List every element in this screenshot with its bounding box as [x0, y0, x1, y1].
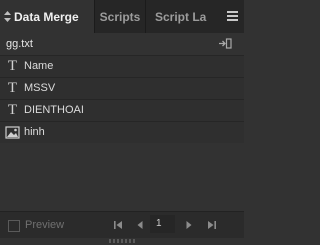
image-field-icon — [5, 126, 20, 139]
tab-script-label[interactable]: Script La — [145, 0, 219, 33]
field-label: Name — [24, 60, 54, 72]
preview-checkbox[interactable] — [8, 220, 20, 232]
panel-tab-bar: Data Merge Scripts Script La — [0, 0, 244, 33]
next-record-icon[interactable] — [183, 219, 195, 231]
field-label: DIENTHOAI — [24, 104, 84, 116]
collapse-arrows-icon[interactable] — [4, 11, 11, 22]
preview-navigation-bar: Preview 1 — [0, 211, 244, 238]
text-field-icon: T — [7, 102, 18, 118]
field-label: hinh — [24, 126, 45, 138]
field-row-dienthoai[interactable]: T DIENTHOAI — [0, 99, 244, 121]
tab-data-merge-label: Data Merge — [14, 9, 79, 24]
preview-label: Preview — [25, 219, 65, 231]
record-number-field[interactable]: 1 — [150, 215, 175, 233]
tab-scripts[interactable]: Scripts — [94, 0, 145, 33]
tab-scripts-label: Scripts — [99, 9, 141, 24]
record-number-value: 1 — [156, 218, 162, 229]
tab-data-merge[interactable]: Data Merge — [0, 0, 94, 33]
field-row-name[interactable]: T Name — [0, 55, 244, 77]
first-record-icon[interactable] — [112, 219, 124, 231]
field-row-hinh[interactable]: hinh — [0, 121, 244, 143]
remove-data-source-icon[interactable] — [218, 38, 232, 49]
data-source-filename: gg.txt — [6, 38, 33, 50]
last-record-icon[interactable] — [206, 219, 218, 231]
data-source-row: gg.txt — [0, 33, 244, 55]
tab-script-label-label: Script La — [155, 9, 207, 24]
panel-menu-icon[interactable] — [227, 11, 238, 21]
field-list: T Name T MSSV T DIENTHOAI hinh — [0, 55, 244, 143]
previous-record-icon[interactable] — [134, 219, 146, 231]
text-field-icon: T — [7, 80, 18, 96]
text-field-icon: T — [7, 58, 18, 74]
field-label: MSSV — [24, 82, 56, 94]
resize-grip-icon[interactable] — [109, 239, 135, 243]
data-merge-panel: Data Merge Scripts Script La gg.txt T Na… — [0, 0, 244, 245]
field-row-mssv[interactable]: T MSSV — [0, 77, 244, 99]
